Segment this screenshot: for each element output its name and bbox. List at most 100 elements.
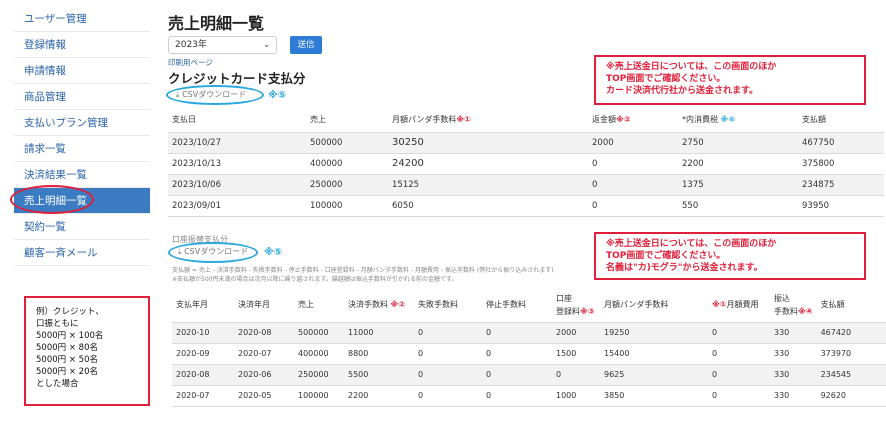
cell: 250000 [294,364,344,386]
sidebar-item-products[interactable]: 商品管理 [14,84,150,110]
cell: 0 [482,364,552,386]
cell: 467750 [798,132,884,154]
note-marker-2: ※② [616,115,631,125]
col-header-stop-fee: 停止手数料 [482,288,552,323]
cell: 0 [414,343,482,365]
cell: 3850 [600,385,708,407]
cell: 2023/10/13 [168,153,306,175]
col-header-panda-fee-label: 月額パンダ手数料 [392,115,457,125]
note-marker-1: ※① [456,115,471,125]
print-page-link[interactable]: 印刷用ページ [168,57,213,68]
credit-csv-download-link[interactable]: ⤓ CSVダウンロード [176,89,246,100]
sidebar-item-registration[interactable]: 登録情報 [14,32,150,58]
bank-note-line: 名義は"カ)モグラ"から送金されます。 [606,263,763,273]
sidebar-item-billing[interactable]: 請求一覧 [14,136,150,162]
cell: 330 [770,385,817,407]
table-row: 2023/10/06 250000 15125 0 1375 234875 [168,174,884,196]
table-row: 2020-09 2020-07 400000 8800 0 0 1500 154… [172,343,886,365]
cell: 2000 [588,132,678,154]
sidebar-item-users[interactable]: ユーザー管理 [14,6,150,32]
cell: 1500 [552,343,600,365]
bank-csv-download-link[interactable]: ⤓ CSVダウンロード [178,246,248,257]
table-row: 2020-07 2020-05 100000 2200 0 0 1000 385… [172,385,886,407]
cell: 2020-09 [172,343,234,365]
cell: 1000 [552,385,600,407]
credit-note-line: ※売上送金日については、この画面のほか [606,62,777,72]
cell: 8800 [344,343,414,365]
sidebar-item-payment-plans[interactable]: 支払いプラン管理 [14,110,150,136]
credit-note-box: ※売上送金日については、この画面のほか TOP画面でご確認ください。 カード決済… [594,55,866,105]
cell: 100000 [306,195,388,217]
col-header-transfer-fee: 振込 手数料※④ [770,288,817,323]
bank-note-box: ※売上送金日については、この画面のほか TOP画面でご確認ください。 名義は"カ… [594,232,866,280]
cell: 330 [770,364,817,386]
example-line: 5000円 × 20名 [36,367,98,377]
cell: 0 [588,174,678,196]
cell: 0 [414,385,482,407]
sidebar-item-bulk-mail[interactable]: 顧客一斉メール [14,240,150,266]
cell: 100000 [294,385,344,407]
example-line: 5000円 × 50名 [36,355,98,365]
col-header-monthly-fee: ※①月額費用 [708,288,770,323]
col-header-panda-fee: 月額パンダ手数料 [600,288,708,323]
example-note-box: 例）クレジット、 口振ともに 5000円 × 100名 5000円 × 80名 … [24,296,150,406]
cell: 234875 [798,174,884,196]
credit-note-line: カード決済代行社から送金されます。 [606,86,759,96]
cell: 2023/10/27 [168,132,306,154]
send-button[interactable]: 送信 [290,36,322,54]
col-header-settle-month: 決済年月 [234,288,294,323]
credit-section-title: クレジットカード支払分 [168,71,306,86]
credit-csv-marker: ※⑤ [268,90,287,101]
cell: 2000 [552,322,600,344]
col-header-transfer-label: 振込 [774,293,790,303]
sidebar-item-payment-results[interactable]: 決済結果一覧 [14,162,150,188]
year-select[interactable]: 2023年 ⌄ [168,36,277,54]
col-header-payment: 支払額 [798,108,884,133]
col-header-payment: 支払額 [816,288,886,323]
table-header-row: 支払日 売上 月額パンダ手数料※① 返金額※② *内消費税 ※⑥ 支払額 [168,108,884,133]
cell: 0 [708,385,770,407]
example-line: 口振ともに [36,319,79,329]
bank-formula-text: 支払額 = 売上 - 決済手数料 - 失敗手数料 - 停止手数料 - 口座登録料… [172,267,554,274]
cell: 1375 [678,174,798,196]
col-header-registration-label: 登録料 [556,306,580,316]
credit-table: 支払日 売上 月額パンダ手数料※① 返金額※② *内消費税 ※⑥ 支払額 202… [168,108,884,217]
year-select-value: 2023年 [175,40,207,50]
cell: 550 [678,195,798,217]
col-header-pay-month: 支払年月 [172,288,234,323]
col-header-sales: 売上 [306,108,388,133]
col-header-account-fee: 口座 登録料※③ [552,288,600,323]
cell: 0 [482,343,552,365]
col-header-panda-fee: 月額パンダ手数料※① [388,108,588,133]
table-header-row: 支払年月 決済年月 売上 決済手数料 ※② 失敗手数料 停止手数料 口座 登録料※… [172,288,886,323]
cell: 9625 [600,364,708,386]
cell: 2023/09/01 [168,195,306,217]
table-row: 2023/09/01 100000 6050 0 550 93950 [168,195,884,217]
cell: 0 [708,322,770,344]
cell: 0 [414,364,482,386]
col-header-refund: 返金額※② [588,108,678,133]
note-marker-3: ※③ [580,306,595,316]
cell: 2750 [678,132,798,154]
cell: 2023/10/06 [168,174,306,196]
credit-csv-label: CSVダウンロード [182,90,247,99]
sidebar-item-contracts[interactable]: 契約一覧 [14,214,150,240]
cell: 250000 [306,174,388,196]
sidebar-highlight-oval [10,185,94,214]
cell: 6050 [388,195,588,217]
bank-note-line: ※売上送金日については、この画面のほか [606,239,777,249]
col-header-monthly-fee-label: 月額費用 [726,300,759,310]
bank-note-line: TOP画面でご確認ください。 [606,251,726,261]
note-marker-4: ※④ [798,306,813,316]
col-header-pay-date: 支払日 [168,108,306,133]
cell: 375800 [798,153,884,175]
cell: 234545 [816,364,886,386]
table-row: 2020-10 2020-08 500000 11000 0 0 2000 19… [172,322,886,344]
cell: 2020-06 [234,364,294,386]
sidebar-item-application[interactable]: 申請情報 [14,58,150,84]
bank-carryover-text: ※支払額が500円未満の場合は次月以降に繰り越されます。繰越額は振込手数料が引か… [172,276,458,283]
download-icon: ⤓ [176,90,180,99]
cell: 5500 [344,364,414,386]
download-icon: ⤓ [178,247,182,256]
sidebar: ユーザー管理 登録情報 申請情報 商品管理 支払いプラン管理 請求一覧 決済結果… [14,6,150,266]
